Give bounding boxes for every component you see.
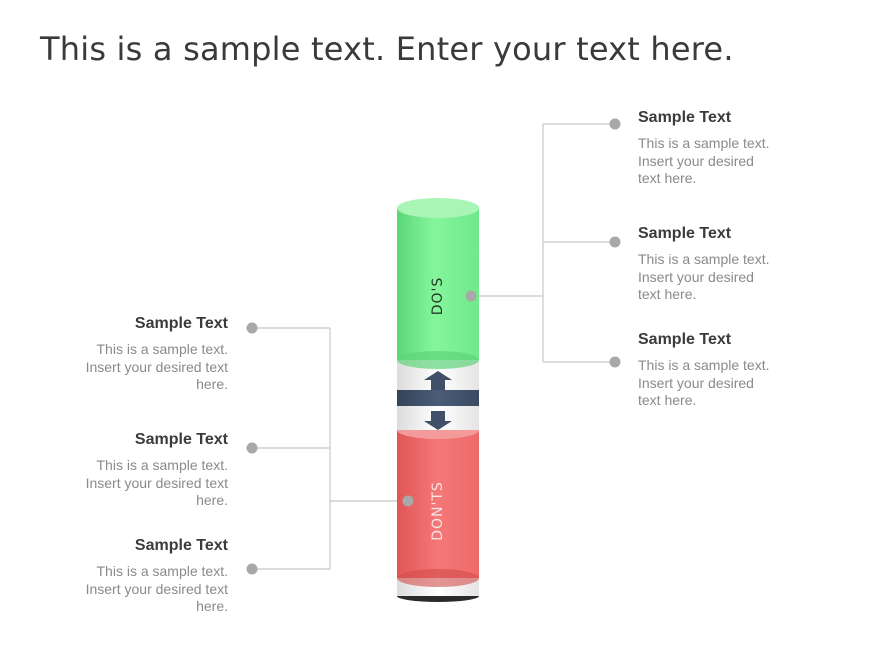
connector-dot (246, 322, 258, 334)
item-heading: Sample Text (638, 109, 732, 126)
item-body: This is a sample text. Insert your desir… (85, 457, 228, 508)
connector-dot (609, 118, 621, 130)
left-item-3: Sample Text This is a sample text. Inser… (58, 537, 228, 616)
connector-dot (609, 236, 621, 248)
item-body: This is a sample text. Insert your desir… (638, 135, 770, 186)
left-item-2: Sample Text This is a sample text. Inser… (58, 431, 228, 510)
left-connectors (252, 327, 408, 570)
connector-dot (609, 356, 621, 368)
dos-label: DO'S (430, 276, 446, 316)
item-body: This is a sample text. Insert your desir… (638, 251, 770, 302)
separator-band (397, 390, 479, 406)
item-body: This is a sample text. Insert your desir… (85, 341, 228, 392)
left-item-1: Sample Text This is a sample text. Inser… (58, 315, 228, 394)
connector-dot (465, 290, 477, 302)
right-connectors (471, 123, 615, 363)
item-heading: Sample Text (638, 331, 732, 348)
item-heading: Sample Text (134, 315, 228, 332)
item-heading: Sample Text (638, 225, 732, 242)
item-body: This is a sample text. Insert your desir… (638, 357, 770, 408)
item-body: This is a sample text. Insert your desir… (85, 563, 228, 614)
donts-label: DON'TS (430, 481, 446, 541)
connector-dot (246, 442, 258, 454)
connector-dot (402, 495, 414, 507)
right-item-1: Sample Text This is a sample text. Inser… (638, 109, 808, 188)
connector-dot (246, 563, 258, 575)
item-heading: Sample Text (134, 431, 228, 448)
right-item-2: Sample Text This is a sample text. Inser… (638, 225, 808, 304)
right-item-3: Sample Text This is a sample text. Inser… (638, 331, 808, 410)
item-heading: Sample Text (134, 537, 228, 554)
